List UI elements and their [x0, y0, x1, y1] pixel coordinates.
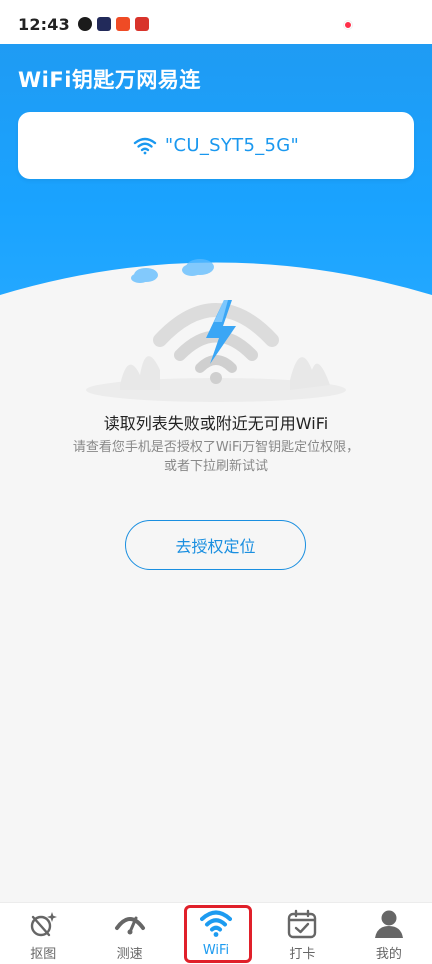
app-notification-icon-1: [77, 17, 92, 31]
status-time: 12:43: [18, 14, 70, 34]
current-wifi-card[interactable]: "CU_SYT5_5G": [18, 112, 414, 179]
nav-item-profile[interactable]: 我的: [346, 903, 432, 964]
wifi-icon: [133, 137, 157, 154]
nav-label-checkin: 打卡: [289, 947, 316, 962]
notification-dot-icon: [344, 21, 352, 29]
authorize-location-button[interactable]: 去授权定位: [125, 520, 306, 570]
nav-label-speedtest: 测速: [116, 947, 143, 962]
bottom-nav: 抠图 测速 WiFi 打卡 我的: [0, 902, 432, 964]
calendar-check-icon: [288, 909, 317, 939]
cutout-icon: [31, 912, 58, 937]
no-wifi-illustration: [86, 300, 346, 402]
status-bar: 12:43: [0, 0, 432, 48]
nav-item-cutout[interactable]: 抠图: [0, 903, 86, 964]
screen: 12:43 WiFi钥匙万网易连 "CU_SYT5_5G" 读取列表失败或附近无…: [0, 0, 432, 964]
nav-item-speedtest[interactable]: 测速: [86, 903, 172, 964]
app-notification-icon-3: [115, 17, 130, 31]
nav-label-profile: 我的: [375, 947, 402, 962]
speedometer-icon: [114, 916, 145, 935]
error-description-line-1: 请查看您手机是否授权了WiFi万智钥匙定位权限，: [72, 440, 360, 455]
nav-item-checkin[interactable]: 打卡: [259, 903, 345, 964]
error-title: 读取列表失败或附近无可用WiFi: [103, 414, 329, 433]
app-title: WiFi钥匙万网易连: [18, 68, 201, 92]
wifi-icon: [200, 910, 233, 937]
current-wifi-ssid: "CU_SYT5_5G": [164, 135, 300, 156]
nav-label-cutout: 抠图: [30, 947, 57, 962]
error-description: 请查看您手机是否授权了WiFi万智钥匙定位权限， 或者下拉刷新试试: [0, 438, 432, 476]
nav-item-wifi[interactable]: WiFi: [173, 903, 259, 964]
app-notification-icon-2: [96, 17, 111, 31]
app-notification-icon-4: [134, 17, 149, 31]
nav-label-wifi: WiFi: [202, 943, 230, 958]
error-description-line-2: 或者下拉刷新试试: [163, 459, 268, 474]
user-icon: [374, 910, 403, 938]
status-icons: [77, 17, 149, 31]
